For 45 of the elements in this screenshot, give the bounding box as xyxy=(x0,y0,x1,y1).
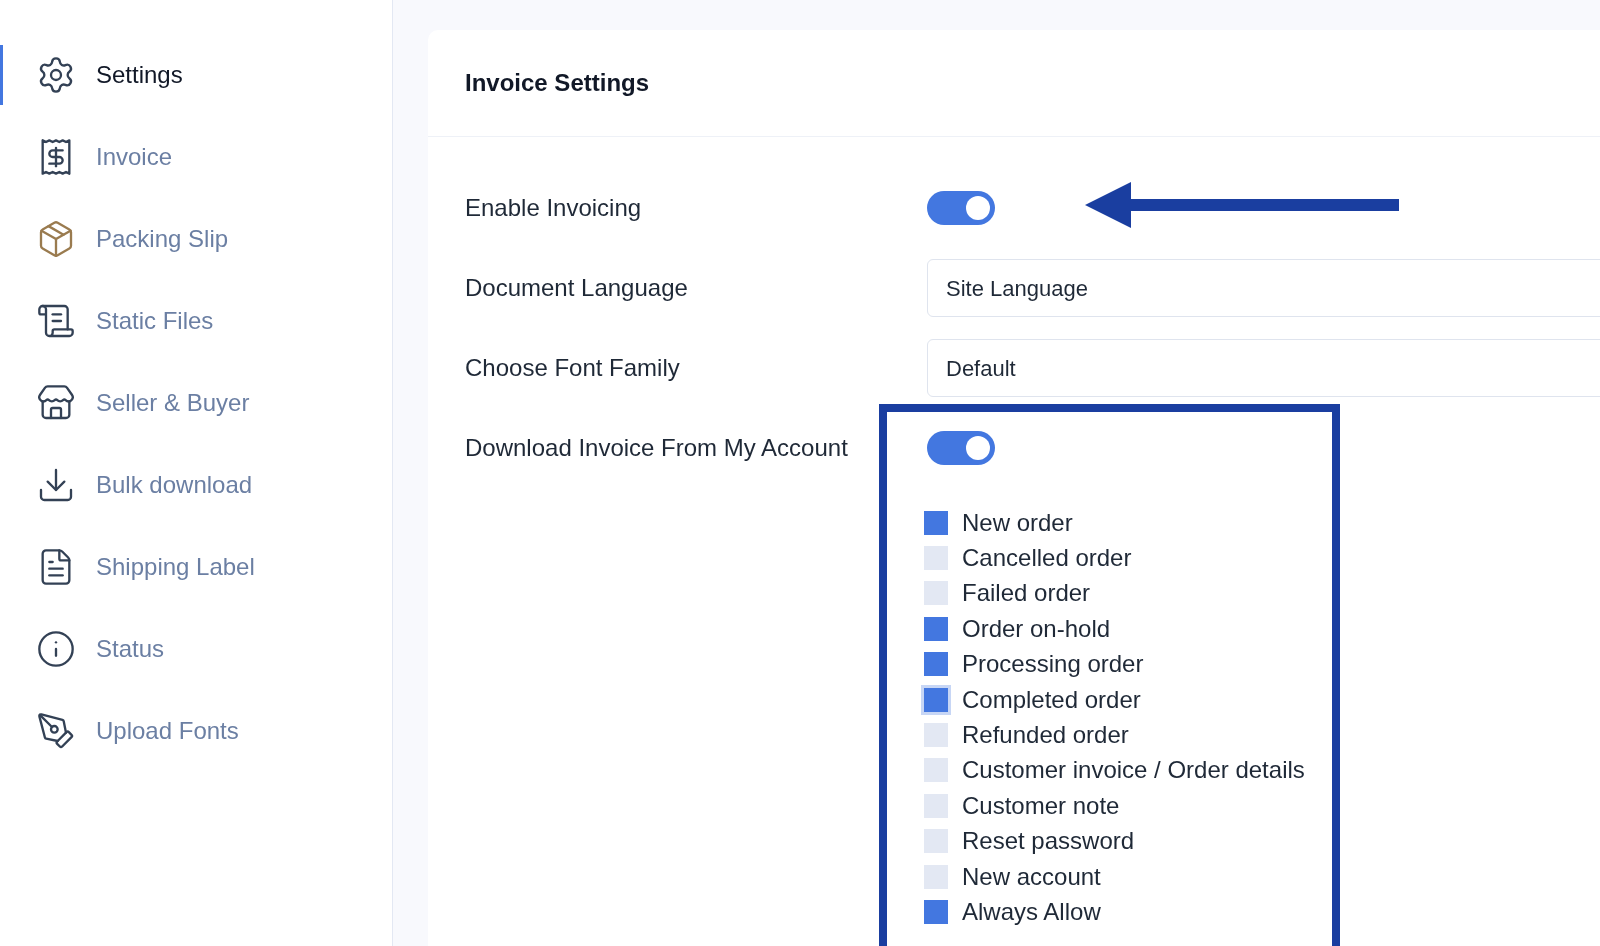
setting-label: Choose Font Family xyxy=(465,353,681,383)
sidebar-item[interactable]: Status xyxy=(0,619,392,679)
checkbox-label: Cancelled order xyxy=(962,543,1132,574)
checkbox-label: Customer invoice / Order details xyxy=(962,755,1305,786)
setting-label: Enable Invoicing xyxy=(465,193,643,223)
setting-label: Document Language xyxy=(465,273,689,303)
checkbox-label: Reset password xyxy=(962,826,1135,857)
checkbox[interactable] xyxy=(924,829,948,854)
info-icon xyxy=(36,629,76,669)
checkbox-label: Refunded order xyxy=(962,720,1129,751)
sidebar-item[interactable]: Bulk download xyxy=(0,455,392,515)
checkbox-label: Failed order xyxy=(962,578,1091,609)
checkbox-label: Processing order xyxy=(962,649,1144,680)
checkbox[interactable] xyxy=(924,546,948,571)
select-field[interactable]: Site Language xyxy=(927,259,1600,317)
checkbox[interactable] xyxy=(924,510,948,535)
sidebar-item[interactable]: Static Files xyxy=(0,291,392,351)
checkbox[interactable] xyxy=(924,793,948,818)
sidebar-item[interactable]: Packing Slip xyxy=(0,209,392,269)
checkbox[interactable] xyxy=(924,581,948,606)
checkbox[interactable] xyxy=(924,758,948,783)
checkbox-label: Always Allow xyxy=(962,897,1101,927)
checkbox-label: New order xyxy=(962,507,1073,538)
sidebar-item[interactable]: Invoice xyxy=(0,127,392,187)
setting-label: Download Invoice From My Account xyxy=(465,433,849,463)
checkbox[interactable] xyxy=(924,900,948,924)
select-field[interactable]: Default xyxy=(927,339,1600,397)
arrow-icon xyxy=(1085,182,1399,228)
checkbox[interactable] xyxy=(924,652,948,677)
checkbox[interactable] xyxy=(924,616,948,641)
checkbox-label: Order on-hold xyxy=(962,613,1111,644)
toggle-switch[interactable] xyxy=(927,431,995,465)
card-title: Invoice Settings xyxy=(465,68,650,98)
sidebar-item[interactable]: Settings xyxy=(0,45,392,105)
pen-nib-icon xyxy=(36,711,76,751)
checkbox-label: Completed order xyxy=(962,684,1141,715)
checkbox-label: Customer note xyxy=(962,790,1120,821)
checkbox[interactable] xyxy=(924,864,948,889)
sidebar-item[interactable]: Shipping Label xyxy=(0,537,392,597)
checkbox-label: New account xyxy=(962,861,1101,892)
sidebar-item[interactable]: Upload Fonts xyxy=(0,701,392,761)
sidebar-item[interactable]: Seller & Buyer xyxy=(0,373,392,433)
checkbox[interactable] xyxy=(924,723,948,748)
toggle-switch[interactable] xyxy=(927,191,995,225)
checkbox[interactable] xyxy=(924,687,948,712)
